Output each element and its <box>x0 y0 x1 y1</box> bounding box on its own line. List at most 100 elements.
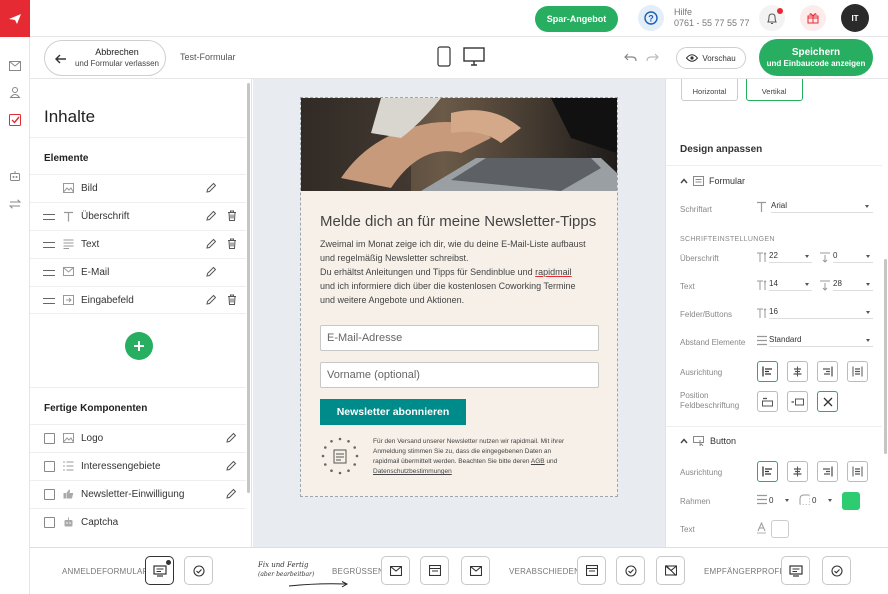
logo-paper-plane-icon[interactable] <box>0 0 30 37</box>
user-icon[interactable] <box>8 85 22 99</box>
step-goodbye-page-button[interactable] <box>577 556 606 585</box>
formular-section-toggle[interactable]: Formular <box>680 176 745 186</box>
label-left-icon <box>791 398 804 405</box>
robot-icon[interactable] <box>8 169 22 183</box>
element-row-image[interactable]: Bild <box>30 174 246 202</box>
text-t-icon <box>63 211 74 222</box>
edit-pencil-icon[interactable] <box>226 432 237 443</box>
align-right-button[interactable] <box>817 361 838 382</box>
text-spacing-select[interactable]: 28 <box>833 277 873 291</box>
button-align-left-button[interactable] <box>757 461 778 482</box>
privacy-link[interactable]: Datenschutzbestimmungen <box>373 468 452 475</box>
component-checkbox[interactable] <box>44 433 55 444</box>
right-panel-scrollbar[interactable] <box>884 259 887 454</box>
edit-pencil-icon[interactable] <box>226 460 237 471</box>
text-size-select[interactable]: 14 <box>769 277 812 291</box>
step-goodbye-mail-button[interactable] <box>656 556 685 585</box>
edit-pencil-icon[interactable] <box>206 210 217 221</box>
step-goodbye-confirm-button[interactable] <box>616 556 645 585</box>
spacing-select[interactable]: Standard <box>769 333 873 347</box>
firstname-field[interactable]: Vorname (optional) <box>320 362 599 388</box>
swap-arrows-icon[interactable] <box>8 197 22 211</box>
undo-icon[interactable] <box>624 53 637 63</box>
add-element-button[interactable] <box>125 332 153 360</box>
subscribe-button[interactable]: Newsletter abonnieren <box>320 399 466 425</box>
element-row-input[interactable]: Eingabefeld <box>30 286 246 314</box>
check-circle-icon <box>830 564 843 577</box>
step-welcome-page-button[interactable] <box>420 556 449 585</box>
element-label: E-Mail <box>81 267 110 278</box>
offer-button[interactable]: Spar-Angebot <box>535 6 618 32</box>
step-confirm-button[interactable] <box>184 556 213 585</box>
frame-radius-select[interactable]: 0 <box>812 493 834 507</box>
gift-icon[interactable] <box>800 5 826 31</box>
align-center-icon <box>793 366 802 377</box>
button-align-center-button[interactable] <box>787 461 808 482</box>
component-row-consent[interactable]: Newsletter-Einwilligung <box>30 480 246 508</box>
drag-handle-icon[interactable] <box>43 298 55 304</box>
align-center-button[interactable] <box>787 361 808 382</box>
font-select[interactable]: Arial <box>771 199 873 213</box>
align-label: Ausrichtung <box>680 368 723 377</box>
text-color-swatch[interactable] <box>771 520 789 538</box>
label-above-button[interactable] <box>757 391 778 412</box>
heading-size-select[interactable]: 22 <box>769 249 812 263</box>
component-checkbox[interactable] <box>44 517 55 528</box>
left-panel-scrollbar[interactable] <box>247 83 250 493</box>
edit-pencil-icon[interactable] <box>206 238 217 249</box>
desktop-view-icon[interactable] <box>463 47 485 67</box>
component-checkbox[interactable] <box>44 461 55 472</box>
edit-pencil-icon[interactable] <box>226 488 237 499</box>
trash-icon[interactable] <box>227 294 237 305</box>
edit-pencil-icon[interactable] <box>206 294 217 305</box>
fields-size-select[interactable]: 16 <box>769 305 873 319</box>
layout-horizontal-option[interactable]: Horizontal <box>681 79 738 101</box>
element-row-email[interactable]: E-Mail <box>30 258 246 286</box>
drag-handle-icon[interactable] <box>43 242 55 248</box>
layout-vertical-option[interactable]: Vertikal <box>746 79 803 101</box>
button-align-justify-button[interactable] <box>847 461 868 482</box>
trash-icon[interactable] <box>227 238 237 249</box>
edit-pencil-icon[interactable] <box>206 266 217 277</box>
component-row-interests[interactable]: Interessengebiete <box>30 452 246 480</box>
element-row-heading[interactable]: Überschrift <box>30 202 246 230</box>
notification-bell-icon[interactable] <box>759 5 785 31</box>
align-justify-button[interactable] <box>847 361 868 382</box>
step-welcome-confirm-mail-button[interactable] <box>461 556 490 585</box>
rapidmail-link[interactable]: rapidmail <box>535 267 572 277</box>
frame-color-swatch[interactable] <box>842 492 860 510</box>
drag-handle-icon[interactable] <box>43 214 55 220</box>
label-hidden-button[interactable] <box>817 391 838 412</box>
redo-icon[interactable] <box>646 53 659 63</box>
heading-spacing-select[interactable]: 0 <box>833 249 873 263</box>
step-profile-confirm-button[interactable] <box>822 556 851 585</box>
label-left-button[interactable] <box>787 391 808 412</box>
drag-handle-icon[interactable] <box>43 270 55 276</box>
step-profile-form-button[interactable] <box>781 556 810 585</box>
align-left-button[interactable] <box>757 361 778 382</box>
component-checkbox[interactable] <box>44 489 55 500</box>
font-size-icon <box>757 252 767 262</box>
step-welcome-mail-button[interactable] <box>381 556 410 585</box>
form-check-icon[interactable] <box>8 113 22 127</box>
component-row-logo[interactable]: Logo <box>30 424 246 452</box>
save-button[interactable]: Speichern und Einbaucode anzeigen <box>759 39 873 76</box>
avatar[interactable]: IT <box>841 4 869 32</box>
agb-link[interactable]: AGB <box>531 458 545 465</box>
help-icon[interactable]: ? <box>638 5 664 31</box>
frame-width-select[interactable]: 0 <box>769 493 791 507</box>
preview-button[interactable]: Vorschau <box>676 47 746 69</box>
button-align-right-button[interactable] <box>817 461 838 482</box>
email-field[interactable]: E-Mail-Adresse <box>320 325 599 351</box>
mail-icon[interactable] <box>8 59 22 73</box>
cancel-button[interactable]: Abbrechen und Formular verlassen <box>44 40 166 76</box>
edit-pencil-icon[interactable] <box>206 182 217 193</box>
button-section-toggle[interactable]: Button <box>680 436 736 446</box>
element-row-text[interactable]: Text <box>30 230 246 258</box>
form-preview[interactable]: Melde dich an für meine Newsletter-Tipps… <box>300 97 618 497</box>
component-row-captcha[interactable]: Captcha <box>30 508 246 536</box>
hero-image-laptop[interactable] <box>301 98 617 191</box>
trash-icon[interactable] <box>227 210 237 221</box>
step-signup-form-button[interactable] <box>145 556 174 585</box>
mobile-view-icon[interactable] <box>437 46 451 67</box>
